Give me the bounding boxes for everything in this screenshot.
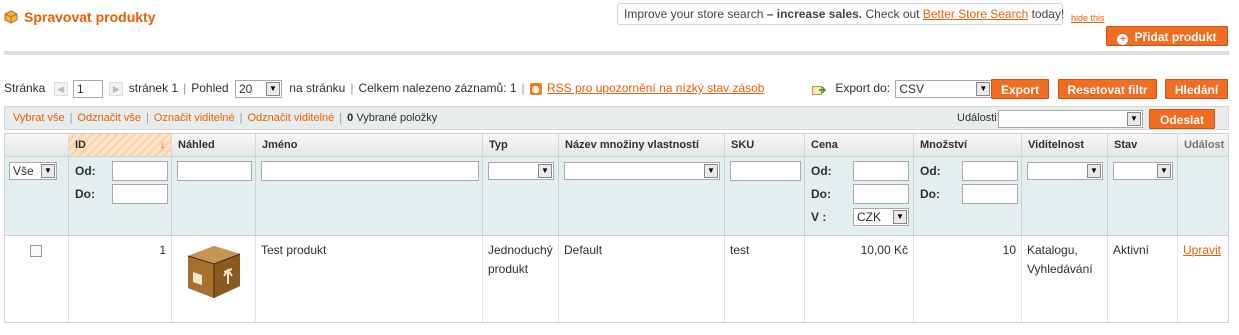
status-filter-select[interactable]: ▼ bbox=[1113, 162, 1173, 180]
actions-select[interactable]: ▼ bbox=[998, 110, 1143, 128]
row-select-cell bbox=[5, 236, 69, 322]
row-checkbox[interactable] bbox=[30, 245, 42, 257]
cell-status: Aktivní bbox=[1108, 236, 1178, 322]
edit-link[interactable]: Upravit bbox=[1183, 243, 1221, 257]
header-divider bbox=[4, 51, 1229, 55]
filter-visibility: ▼ bbox=[1022, 157, 1108, 235]
prev-page-icon[interactable]: ◀ bbox=[53, 81, 68, 96]
filter-name bbox=[256, 157, 483, 235]
filter-sku bbox=[725, 157, 805, 235]
cell-thumbnail bbox=[172, 236, 256, 322]
price-to-input[interactable] bbox=[853, 184, 909, 204]
products-grid: ID ↓ Náhled Jméno Typ Název množiny vlast… bbox=[4, 133, 1229, 323]
cell-sku: test bbox=[725, 236, 805, 322]
attribute-set-filter-select[interactable]: ▼ bbox=[564, 162, 720, 180]
reset-filter-button[interactable]: Resetovat filtr bbox=[1058, 79, 1157, 99]
unselect-visible-link[interactable]: Odznačit viditelné bbox=[247, 112, 334, 124]
better-store-search-link[interactable]: Better Store Search bbox=[923, 7, 1028, 21]
col-name[interactable]: Jméno bbox=[256, 134, 483, 156]
chevron-down-icon: ▼ bbox=[265, 81, 280, 96]
visibility-filter-select[interactable]: ▼ bbox=[1027, 162, 1103, 180]
filter-price: Od: Do: V : CZK ▼ bbox=[805, 157, 914, 235]
export-icon bbox=[812, 83, 827, 95]
select-all-link[interactable]: Vybrat vše bbox=[13, 112, 65, 124]
thumbnail-filter-input[interactable] bbox=[177, 161, 252, 181]
table-row[interactable]: 1 Test produkt Jednoduchý produkt Defaul… bbox=[5, 236, 1228, 322]
next-page-icon[interactable]: ▶ bbox=[109, 81, 124, 96]
chevron-down-icon: ▼ bbox=[41, 164, 55, 178]
cell-attribute-set: Default bbox=[559, 236, 725, 322]
cell-id: 1 bbox=[69, 236, 172, 322]
pager: Stránka ◀ 1 ▶ stránek 1 | Pohled 20 ▼ na st… bbox=[4, 79, 765, 98]
col-action: Událost bbox=[1184, 139, 1225, 151]
chevron-down-icon: ▼ bbox=[1157, 164, 1171, 178]
per-page-select[interactable]: 20 ▼ bbox=[234, 79, 282, 98]
col-id[interactable]: ID ↓ bbox=[69, 134, 172, 156]
col-price[interactable]: Cena bbox=[805, 134, 914, 156]
filter-thumbnail bbox=[172, 157, 256, 235]
export-format-select[interactable]: CSV ▼ bbox=[895, 79, 993, 98]
filter-massaction: Vše ▼ bbox=[5, 157, 69, 235]
cell-qty: 10 bbox=[914, 236, 1022, 322]
chevron-down-icon: ▼ bbox=[893, 210, 907, 224]
chevron-down-icon: ▼ bbox=[1127, 112, 1141, 126]
rss-icon: ◉ bbox=[529, 82, 542, 95]
col-type[interactable]: Typ bbox=[483, 134, 559, 156]
store-search-notice: Improve your store search – increase sal… bbox=[617, 3, 1064, 25]
chevron-down-icon: ▼ bbox=[704, 164, 718, 178]
col-sku[interactable]: SKU bbox=[725, 134, 805, 156]
sku-filter-input[interactable] bbox=[730, 161, 801, 181]
select-visible-link[interactable]: Označit viditelné bbox=[154, 112, 235, 124]
chevron-down-icon: ▼ bbox=[1087, 164, 1101, 178]
filter-row: Vše ▼ Od: Do: ▼ ▼ Od: Do: V : CZK ▼ Od: … bbox=[5, 157, 1228, 236]
massaction-filter-select[interactable]: Vše ▼ bbox=[9, 162, 57, 180]
plus-circle-icon: + bbox=[1117, 34, 1129, 45]
page-input[interactable]: 1 bbox=[73, 79, 104, 98]
id-from-input[interactable] bbox=[112, 161, 168, 181]
actions-label: Události bbox=[957, 112, 997, 124]
chevron-down-icon: ▼ bbox=[538, 164, 552, 178]
cell-price: 10,00 Kč bbox=[805, 236, 914, 322]
name-filter-input[interactable] bbox=[261, 161, 479, 181]
price-from-input[interactable] bbox=[853, 161, 909, 181]
col-massaction bbox=[5, 134, 69, 156]
cell-action: Upravit bbox=[1178, 236, 1228, 322]
hide-notice-link[interactable]: hide this bbox=[1071, 13, 1105, 23]
filter-id: Od: Do: bbox=[69, 157, 172, 235]
filter-qty: Od: Do: bbox=[914, 157, 1022, 235]
filter-attribute-set: ▼ bbox=[559, 157, 725, 235]
chevron-down-icon: ▼ bbox=[976, 81, 991, 96]
col-qty[interactable]: Množství bbox=[914, 134, 1022, 156]
box-icon bbox=[4, 10, 18, 24]
currency-select[interactable]: CZK ▼ bbox=[853, 208, 909, 226]
col-visibility[interactable]: Viditelnost bbox=[1022, 134, 1108, 156]
cell-type: Jednoduchý produkt bbox=[483, 236, 559, 322]
add-product-button[interactable]: + Přidat produkt bbox=[1106, 26, 1228, 46]
rss-low-stock-link[interactable]: RSS pro upozornění na nízký stav zásob bbox=[547, 81, 764, 95]
grid-header: ID ↓ Náhled Jméno Typ Název množiny vlast… bbox=[5, 134, 1228, 157]
filter-action bbox=[1178, 157, 1228, 235]
type-filter-select[interactable]: ▼ bbox=[488, 162, 554, 180]
search-button[interactable]: Hledání bbox=[1165, 79, 1228, 99]
qty-from-input[interactable] bbox=[962, 161, 1018, 181]
col-attribute-set[interactable]: Název množiny vlastností bbox=[559, 134, 725, 156]
product-box-image bbox=[180, 242, 244, 304]
qty-to-input[interactable] bbox=[962, 184, 1018, 204]
cell-name: Test produkt bbox=[256, 236, 483, 322]
col-status[interactable]: Stav bbox=[1108, 134, 1178, 156]
cell-visibility: Katalogu, Vyhledávání bbox=[1022, 236, 1108, 322]
unselect-all-link[interactable]: Odznačit vše bbox=[77, 112, 141, 124]
export-area: Export do: CSV ▼ bbox=[812, 79, 993, 98]
filter-status: ▼ bbox=[1108, 157, 1178, 235]
export-button[interactable]: Export bbox=[991, 79, 1049, 99]
massaction-links: Vybrat vše | Odznačit vše | Označit viditeln… bbox=[13, 112, 438, 124]
filter-type: ▼ bbox=[483, 157, 559, 235]
sort-arrow-icon: ↓ bbox=[159, 139, 166, 151]
submit-action-button[interactable]: Odeslat bbox=[1149, 109, 1215, 129]
col-thumbnail[interactable]: Náhled bbox=[172, 134, 256, 156]
selected-count: 0 bbox=[347, 112, 354, 124]
page-title: Spravovat produkty bbox=[4, 9, 155, 25]
id-to-input[interactable] bbox=[112, 184, 168, 204]
